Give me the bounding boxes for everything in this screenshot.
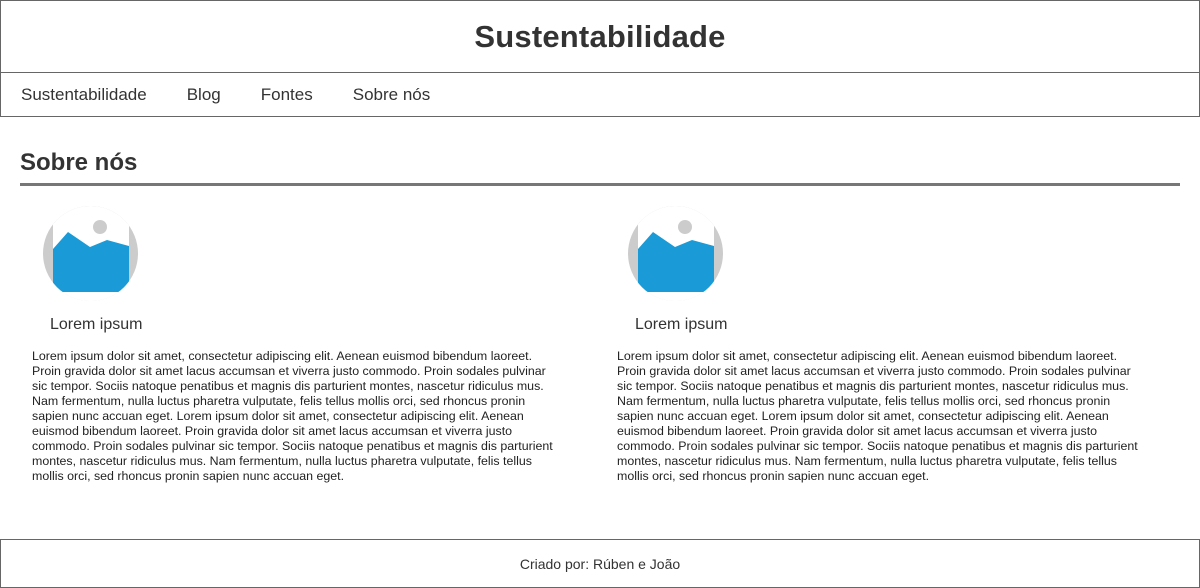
- image-placeholder-icon: [628, 206, 723, 301]
- page: Sustentabilidade Sustentabilidade Blog F…: [0, 0, 1200, 588]
- nav-item-sustentabilidade[interactable]: Sustentabilidade: [21, 85, 147, 105]
- main-nav: Sustentabilidade Blog Fontes Sobre nós: [0, 72, 1200, 117]
- image-placeholder-icon: [43, 206, 138, 301]
- card-name: Lorem ipsum: [50, 316, 143, 333]
- footer-credit: Criado por: Rúben e João: [519, 555, 681, 572]
- section-title: Sobre nós: [20, 149, 138, 176]
- site-header: Sustentabilidade: [0, 0, 1200, 73]
- nav-item-fontes[interactable]: Fontes: [261, 85, 313, 105]
- site-title: Sustentabilidade: [474, 18, 726, 54]
- site-footer: Criado por: Rúben e João: [0, 539, 1200, 588]
- section-divider: [20, 183, 1180, 186]
- card-name: Lorem ipsum: [635, 316, 728, 333]
- card-description: Lorem ipsum dolor sit amet, consectetur …: [617, 349, 1138, 483]
- nav-item-blog[interactable]: Blog: [187, 85, 221, 105]
- nav-item-sobre-nos[interactable]: Sobre nós: [353, 85, 431, 105]
- card-description: Lorem ipsum dolor sit amet, consectetur …: [32, 349, 553, 483]
